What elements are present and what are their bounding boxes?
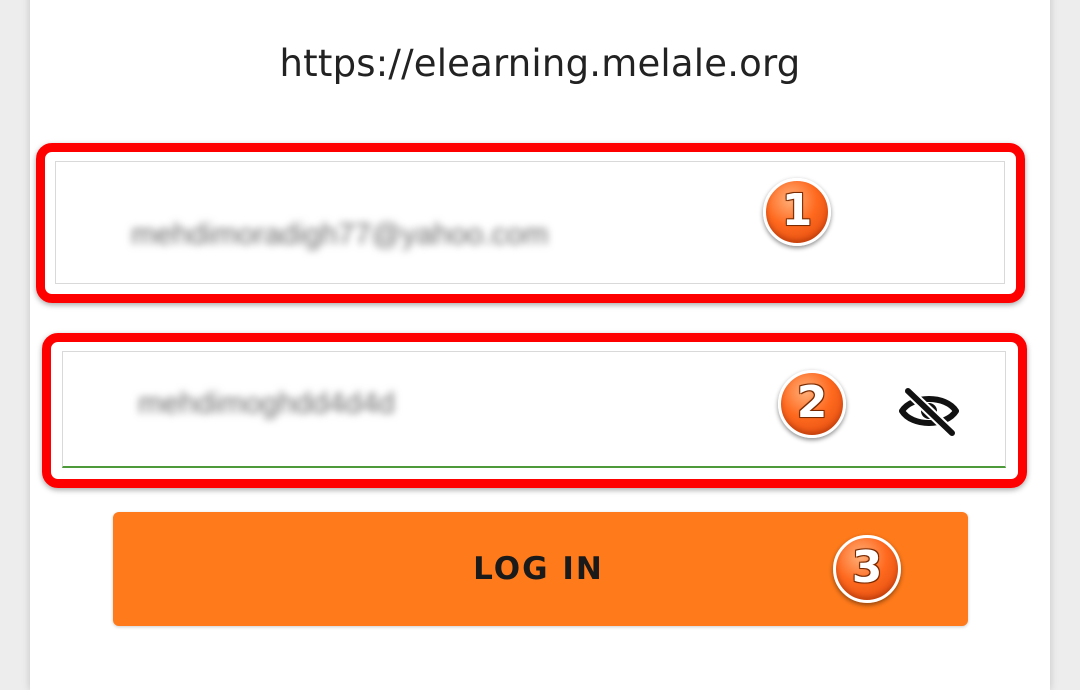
highlight-box-email [36, 143, 1025, 303]
step-badge-3: 3 [833, 535, 901, 603]
highlight-box-password [42, 333, 1027, 488]
step-badge-1: 1 [763, 178, 831, 246]
site-url: https://elearning.melale.org [279, 42, 801, 85]
step-badge-2: 2 [778, 370, 846, 438]
